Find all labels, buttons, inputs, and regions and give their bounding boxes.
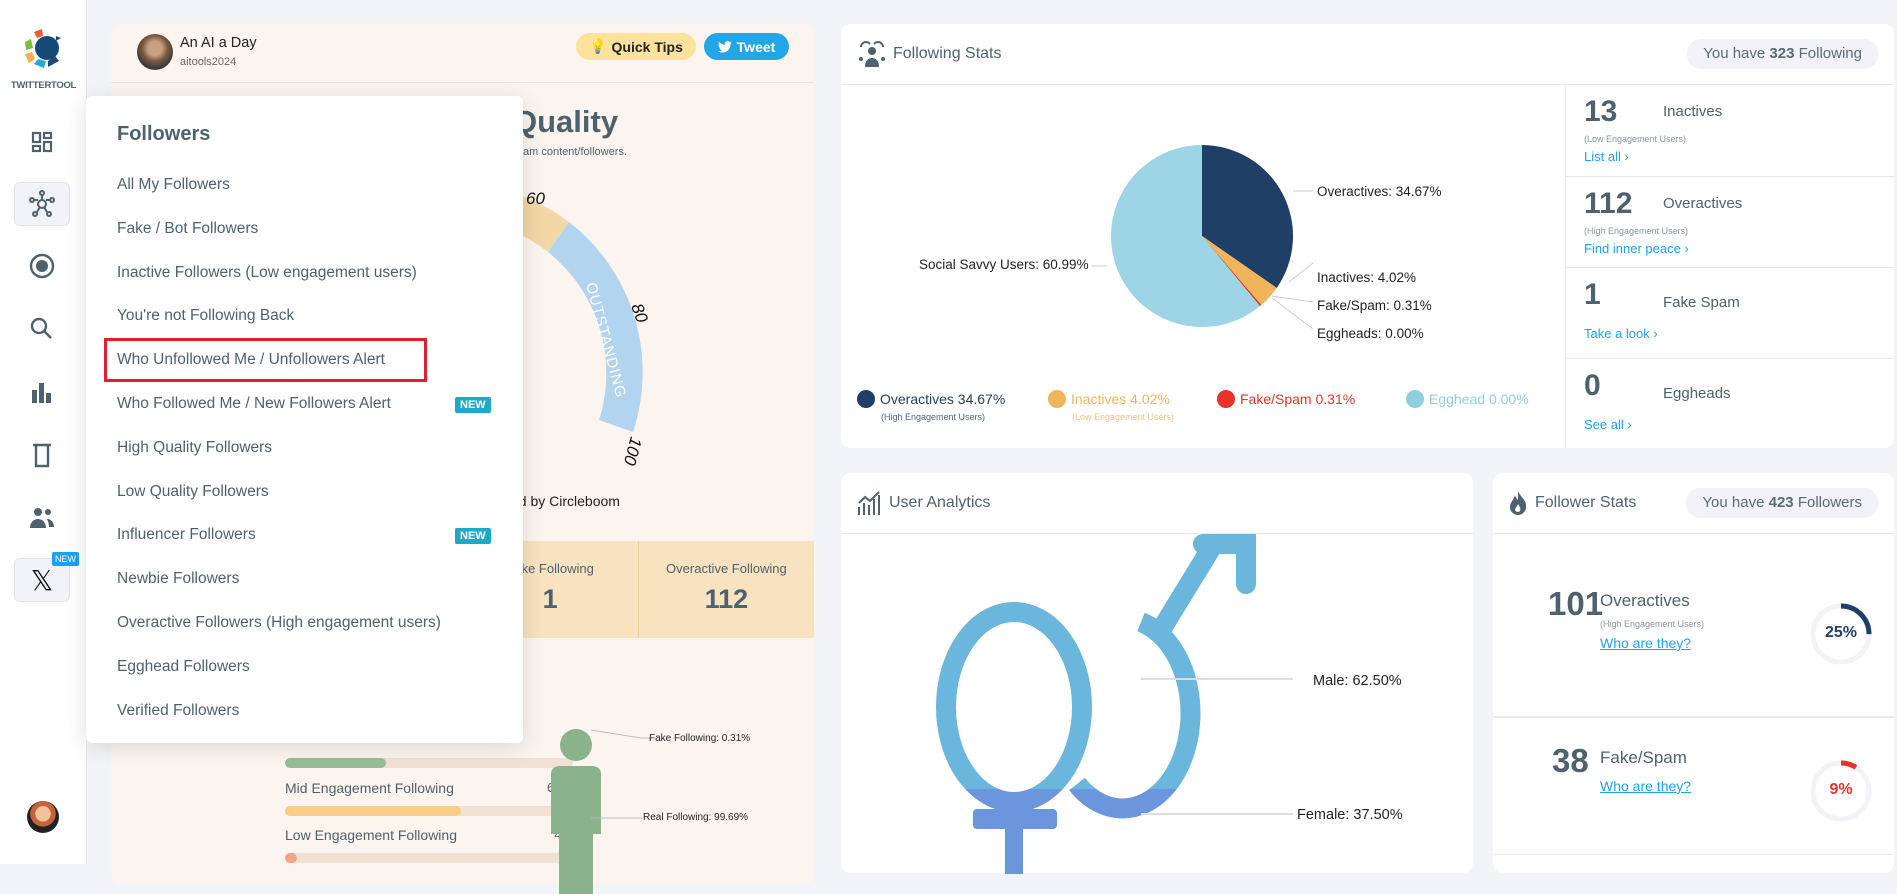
following-stat-row: 13 Inactives (Low Engagement Users) List al…: [1584, 95, 1723, 164]
flame-icon: [1510, 491, 1527, 515]
users-icon[interactable]: [14, 496, 70, 540]
sidebar: TWITTERTOOL 𝕏 NEW: [0, 0, 87, 864]
legend-item: Fake/Spam 0.31%: [1217, 390, 1355, 408]
menu-item[interactable]: Who Followed Me / New Followers Alert: [117, 395, 391, 413]
pie-label-eggheads: Eggheads: 0.00%: [1317, 326, 1424, 341]
legend-sub: (Low Engagement Users): [1072, 412, 1175, 422]
menu-item[interactable]: Overactive Followers (High engagement us…: [117, 614, 441, 632]
user-analytics-header: User Analytics: [841, 473, 1473, 534]
new-badge: NEW: [455, 397, 491, 413]
menu-item[interactable]: You're not Following Back: [117, 307, 294, 325]
gender-chart: [936, 534, 1293, 874]
network-icon[interactable]: [14, 182, 70, 226]
engagement-bar: [285, 806, 573, 816]
stat-link[interactable]: See all ›: [1584, 417, 1632, 432]
engagement-label: Low Engagement Following: [285, 827, 457, 843]
brain-icon: [857, 390, 875, 408]
user-avatar[interactable]: [27, 801, 59, 833]
following-pie-chart: [1091, 145, 1314, 330]
analytics-icon: [858, 491, 880, 515]
who-are-they-link[interactable]: Who are they?: [1600, 778, 1691, 794]
logo-text: TWITTERTOOL: [10, 80, 77, 91]
legend-item: Egghead 0.00%: [1406, 390, 1529, 408]
follower-stat-row: 38 Fake/Spam Who are they? 9%: [1493, 717, 1894, 855]
gender-male-share: [936, 602, 1201, 789]
logo-icon: [25, 29, 61, 68]
female-label: Female: 37.50%: [1297, 807, 1403, 823]
stat-link[interactable]: Take a look ›: [1584, 326, 1658, 341]
dashboard-icon[interactable]: [14, 120, 70, 164]
sad-face-icon: [1048, 390, 1066, 408]
percent-value: 25%: [1824, 624, 1858, 641]
user-analytics-card: User Analytics Male: 62.50% Female: 37.5…: [841, 473, 1473, 874]
follower-stats-title: Follower Stats: [1535, 494, 1637, 511]
real-following-label: Real Following: 99.69%: [643, 812, 749, 823]
fake-following-label: Fake Following: 0.31%: [649, 733, 751, 744]
pie-label-social-savvy: Social Savvy Users: 60.99%: [919, 257, 1089, 272]
stat-link[interactable]: Find inner peace ›: [1584, 241, 1689, 256]
user-analytics-title: User Analytics: [889, 494, 991, 511]
engagement-bar: [285, 853, 573, 863]
follower-stat-row: 101 Overactives (High Engagement Users) Who…: [1493, 535, 1894, 717]
menu-item[interactable]: Influencer Followers: [117, 526, 256, 544]
menu-item[interactable]: High Quality Followers: [117, 439, 272, 457]
following-stats-card: Following Stats You have 323 Following O…: [841, 24, 1895, 449]
following-count-pill: You have 323 Following: [1687, 39, 1878, 69]
angry-face-icon: [1217, 390, 1235, 408]
gauge-tick-60: 60: [526, 189, 545, 208]
new-badge: NEW: [455, 528, 491, 545]
highlight-box: [104, 338, 427, 382]
following-side-stats: 13 Inactives (Low Engagement Users) List al…: [1565, 85, 1895, 449]
legend-sub: (High Engagement Users): [881, 412, 986, 422]
male-label: Male: 62.50%: [1313, 673, 1402, 689]
legend-item: Inactives 4.02%: [1048, 390, 1170, 408]
following-stats-title: Following Stats: [893, 45, 1002, 62]
engagement-label: Mid Engagement Following: [285, 780, 454, 796]
menu-item[interactable]: Newbie Followers: [117, 570, 239, 588]
menu-item[interactable]: All My Followers: [117, 176, 230, 194]
new-badge: NEW: [52, 552, 79, 566]
overactive-following-box: Overactive Following 112: [637, 541, 814, 638]
menu-item[interactable]: Egghead Followers: [117, 658, 250, 676]
following-stat-row: 1 Fake Spam Take a look ›: [1566, 267, 1895, 358]
following-stat-row: 0 Eggheads See all ›: [1566, 358, 1895, 449]
who-are-they-link[interactable]: Who are they?: [1600, 635, 1691, 651]
stat-link[interactable]: List all ›: [1584, 149, 1629, 164]
menu-item[interactable]: Inactive Followers (Low engagement users…: [117, 264, 417, 282]
legend-item: Overactives 34.67%: [857, 390, 1005, 408]
menu-item[interactable]: Fake / Bot Followers: [117, 220, 258, 238]
pie-label-fake-spam: Fake/Spam: 0.31%: [1317, 298, 1432, 313]
follower-stats-card: Follower Stats You have 423 Followers 10…: [1493, 473, 1894, 873]
follower-count-pill: You have 423 Followers: [1686, 488, 1878, 518]
trash-icon[interactable]: [14, 433, 70, 477]
pie-label-overactives: Overactives: 34.67%: [1317, 184, 1442, 199]
drop-icon: [1406, 390, 1424, 408]
following-users-icon: [859, 41, 885, 67]
powered-by: ed by Circleboom: [511, 493, 620, 509]
engagement-bar: [285, 758, 573, 768]
search-icon[interactable]: [14, 307, 70, 351]
percent-value: 9%: [1829, 781, 1853, 798]
menu-title: Followers: [117, 123, 211, 145]
bar-chart-icon[interactable]: [14, 370, 70, 414]
following-stat-row: 112 Overactives (High Engagement Users) Fin…: [1566, 176, 1895, 267]
menu-item[interactable]: Verified Followers: [117, 702, 239, 720]
gauge-tick-100: 100: [620, 435, 646, 468]
menu-item[interactable]: Low Quality Followers: [117, 483, 269, 501]
followers-dropdown-menu: Followers All My Followers Fake / Bot Fol…: [86, 96, 523, 743]
target-icon[interactable]: [14, 244, 70, 288]
pie-label-inactives: Inactives: 4.02%: [1317, 270, 1417, 285]
